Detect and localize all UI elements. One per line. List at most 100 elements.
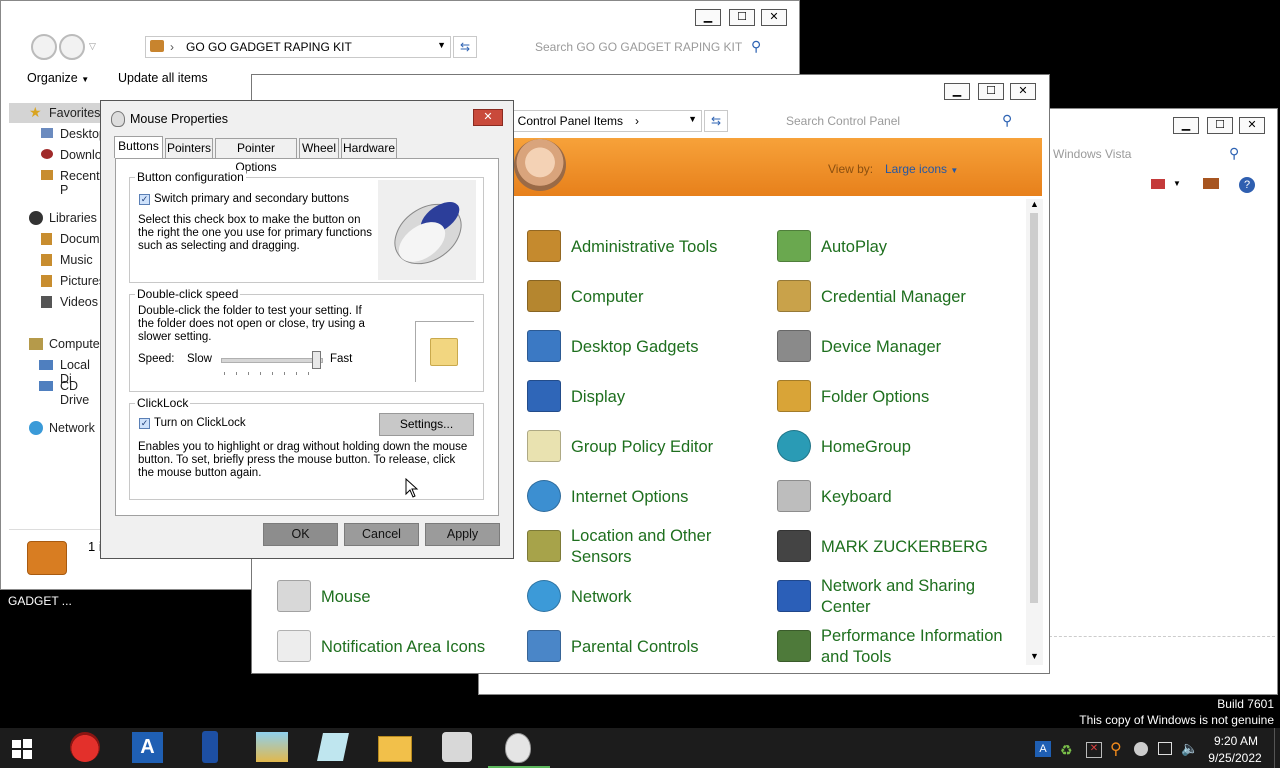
word-editor-taskbar-icon[interactable]: A [132,732,163,763]
nav-network[interactable]: Network [49,421,95,435]
cp-item-notification[interactable]: Notification Area Icons [277,624,517,670]
tray-recycle-icon[interactable]: ♻ [1060,742,1073,759]
tab-wheel[interactable]: Wheel [299,138,339,158]
clock-date[interactable]: 9/25/2022 [1204,751,1266,765]
apply-button[interactable]: Apply [425,523,500,546]
show-desktop-button[interactable] [1274,728,1280,768]
explorer-search-icon[interactable]: ⚲ [751,38,761,55]
cp-item-homegroup[interactable]: HomeGroup [777,424,1017,470]
vista-minimize-button[interactable]: ▁ [1173,117,1199,134]
cp-item-display[interactable]: Display [527,374,767,420]
vista-maximize-button[interactable]: ☐ [1207,117,1233,134]
cp-item-keyboard[interactable]: Keyboard [777,474,1017,520]
view-by-dropdown[interactable]: Large icons ▼ [885,162,958,176]
explorer-close-button[interactable]: ✕ [761,9,787,26]
vista-toolbar-dropdown-icon[interactable]: ▼ [1173,179,1181,188]
cp-maximize-button[interactable]: ☐ [978,83,1004,100]
tab-buttons[interactable]: Buttons [114,136,163,158]
vista-close-button[interactable]: ✕ [1239,117,1265,134]
tray-word-icon[interactable]: A [1035,741,1051,757]
nav-recent[interactable]: Recent P [60,169,104,197]
cp-search-icon[interactable]: ⚲ [1002,112,1012,129]
vista-toolbar-flag-icon[interactable] [1151,179,1165,189]
refresh-icon[interactable]: ⇆ [453,36,477,58]
cp-item-performance[interactable]: Performance Information and Tools [777,624,1017,670]
speed-slider-thumb[interactable] [312,351,321,369]
cp-search-input[interactable]: Search Control Panel [786,110,1016,132]
help-icon[interactable]: ? [1239,177,1255,193]
cp-refresh-icon[interactable]: ⇆ [704,110,728,132]
clicklock-checkbox[interactable]: ✓ [139,418,150,429]
cp-item-mouse[interactable]: Mouse [277,574,517,620]
speed-slider-track[interactable] [221,358,323,363]
start-button[interactable] [8,736,36,762]
switch-buttons-checkbox[interactable]: ✓ [139,194,150,205]
cp-item-network-sharing[interactable]: Network and Sharing Center [777,574,1017,620]
cp-scrollbar[interactable]: ▲ ▼ [1026,199,1043,665]
gadget-kit-taskbar-icon[interactable] [256,732,288,762]
control-panel-taskbar-icon[interactable] [442,732,472,762]
tab-pointer-options[interactable]: Pointer Options [215,138,297,174]
clock-time[interactable]: 9:20 AM [1212,734,1260,748]
explorer-search-input[interactable]: Search GO GO GADGET RAPING KIT [535,36,765,58]
vista-toolbar-briefcase-icon[interactable] [1203,178,1219,189]
nav-downloads[interactable]: Downlo [60,148,102,162]
tray-network-icon[interactable] [1158,742,1172,755]
nav-videos[interactable]: Videos [60,295,98,309]
cp-item-folder-options[interactable]: Folder Options [777,374,1017,420]
dialog-close-button[interactable]: ✕ [473,109,503,126]
scroll-down-icon[interactable]: ▼ [1030,651,1039,661]
cp-item-computer[interactable]: Computer [527,274,767,320]
cp-item-admin-tools[interactable]: Administrative Tools [527,224,767,270]
tray-search-icon[interactable]: ⚲ [1110,739,1122,759]
cp-address-dropdown-icon[interactable]: ▼ [688,114,697,124]
nav-favorites[interactable]: Favorites [49,106,100,120]
cp-item-policy[interactable]: Group Policy Editor [527,424,767,470]
cp-item-gadgets[interactable]: Desktop Gadgets [527,324,767,370]
angry-birds-taskbar-icon[interactable] [70,732,100,762]
clicklock-label[interactable]: Turn on ClickLock [154,417,246,430]
explorer-address-bar[interactable]: › GO GO GADGET RAPING KIT ▼ [145,36,451,58]
cp-item-location[interactable]: Location and Other Sensors [527,524,767,570]
test-folder-icon[interactable] [415,321,474,382]
cp-item-credential[interactable]: Credential Manager [777,274,1017,320]
history-chevron-icon[interactable]: ▽ [89,41,96,52]
forward-button[interactable] [59,34,85,60]
tray-volume-icon[interactable]: 🔈 [1181,740,1198,757]
scroll-up-icon[interactable]: ▲ [1030,199,1039,209]
explorer-maximize-button[interactable]: ☐ [729,9,755,26]
back-button[interactable] [31,34,57,60]
explorer-minimize-button[interactable]: ▁ [695,9,721,26]
nav-libraries[interactable]: Libraries [49,211,97,225]
clicklock-settings-button[interactable]: Settings... [379,413,474,436]
address-dropdown-icon[interactable]: ▼ [437,40,446,50]
cp-address-bar[interactable]: ll Control Panel Items › ▼ [506,110,702,132]
ok-button[interactable]: OK [263,523,338,546]
cancel-button[interactable]: Cancel [344,523,419,546]
nav-pictures[interactable]: Pictures [60,274,105,288]
phone-taskbar-icon[interactable] [202,731,218,763]
vista-search-input[interactable]: Windows Vista [1053,147,1131,161]
cp-item-internet[interactable]: Internet Options [527,474,767,520]
nav-cd-drive[interactable]: CD Drive [60,379,104,407]
cp-item-autoplay[interactable]: AutoPlay [777,224,1017,270]
file-explorer-taskbar-icon[interactable] [378,736,412,762]
update-all-button[interactable]: Update all items [118,71,208,85]
nav-music[interactable]: Music [60,253,93,267]
vista-search-icon[interactable]: ⚲ [1229,145,1239,162]
scroll-thumb[interactable] [1030,213,1038,603]
tab-pointers[interactable]: Pointers [165,138,213,158]
organize-menu[interactable]: Organize ▼ [27,71,89,85]
cp-item-network[interactable]: Network [527,574,767,620]
tab-hardware[interactable]: Hardware [341,138,397,158]
switch-buttons-label[interactable]: Switch primary and secondary buttons [154,193,349,206]
cp-item-parental[interactable]: Parental Controls [527,624,767,670]
nav-desktop[interactable]: Desktop [60,127,106,141]
cp-item-device-manager[interactable]: Device Manager [777,324,1017,370]
cp-item-user[interactable]: MARK ZUCKERBERG [777,524,1017,570]
cp-minimize-button[interactable]: ▁ [944,83,970,100]
tray-emoji-icon[interactable] [1134,742,1148,756]
nav-computer[interactable]: Compute [49,337,100,351]
mouse-properties-taskbar-icon[interactable] [505,733,531,763]
cp-close-button[interactable]: ✕ [1010,83,1036,100]
